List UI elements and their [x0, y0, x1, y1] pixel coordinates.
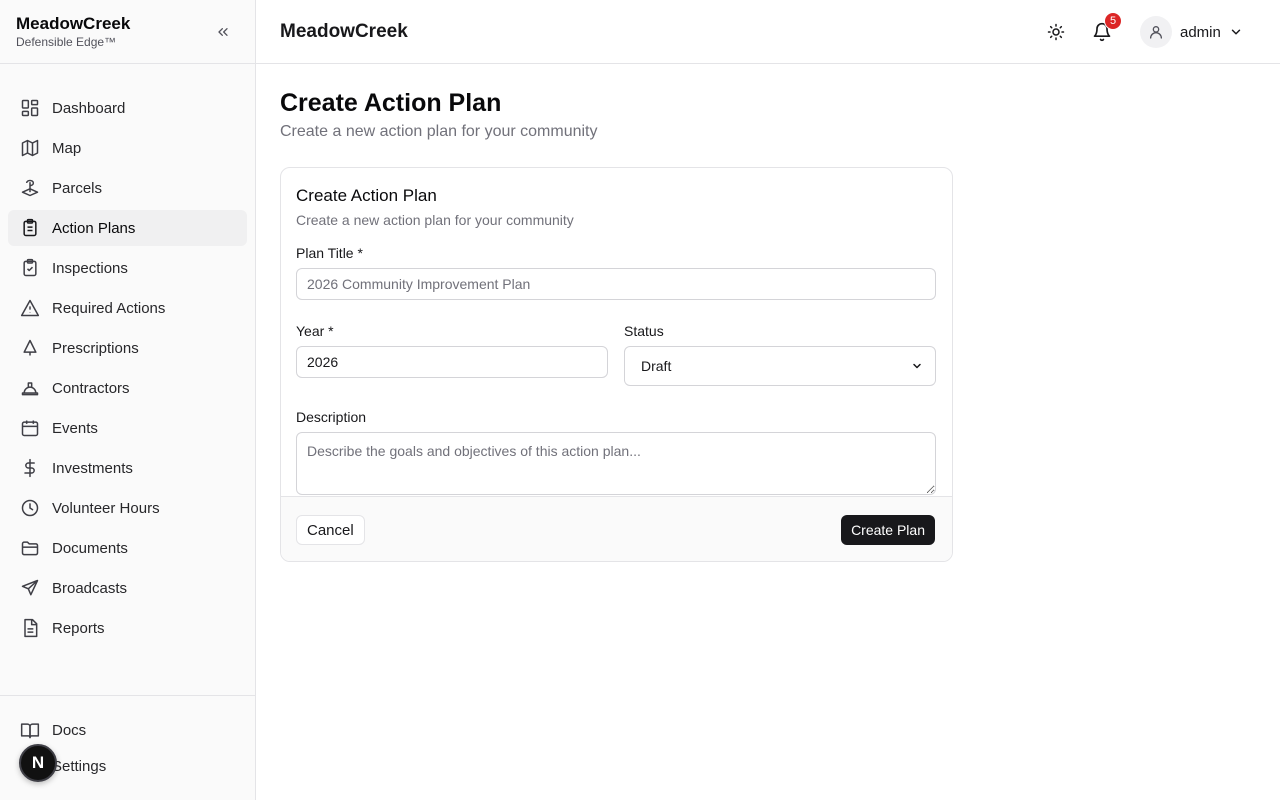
- sidebar-item-label: Events: [52, 419, 98, 437]
- brand-tagline: Defensible Edge™: [16, 35, 117, 49]
- user-name: admin: [1180, 23, 1221, 41]
- description-textarea[interactable]: [296, 432, 936, 495]
- card-description: Create a new action plan for your commun…: [296, 212, 574, 228]
- sidebar-item-parcels[interactable]: Parcels: [8, 170, 247, 206]
- sidebar-item-broadcasts[interactable]: Broadcasts: [8, 570, 247, 606]
- parcels-icon: [20, 178, 40, 198]
- year-label: Year *: [296, 323, 334, 339]
- tree-icon: [20, 338, 40, 358]
- sun-icon: [1047, 23, 1065, 41]
- chevrons-left-icon: [218, 27, 228, 36]
- clipboard-check-icon: [20, 258, 40, 278]
- send-icon: [20, 578, 40, 598]
- sidebar-item-label: Action Plans: [52, 219, 136, 237]
- cancel-button[interactable]: Cancel: [296, 515, 365, 545]
- sidebar: MeadowCreek Defensible Edge™ Dashboard M…: [0, 0, 256, 800]
- calendar-icon: [20, 418, 40, 438]
- sidebar-item-volunteer-hours[interactable]: Volunteer Hours: [8, 490, 247, 526]
- sidebar-item-label: Docs: [52, 721, 87, 739]
- topbar: MeadowCreek 5 admin: [256, 0, 1280, 64]
- card-footer: Cancel Create Plan: [281, 496, 952, 561]
- status-selected-value: Draft: [641, 358, 672, 374]
- sidebar-item-dashboard[interactable]: Dashboard: [8, 90, 247, 126]
- file-text-icon: [20, 618, 40, 638]
- sidebar-item-label: Map: [52, 139, 82, 157]
- sidebar-nav: Dashboard Map Parcels Action Plans Inspe…: [0, 64, 255, 646]
- description-label: Description: [296, 409, 367, 425]
- clock-icon: [20, 498, 40, 518]
- sidebar-item-label: Broadcasts: [52, 579, 128, 597]
- brand: MeadowCreek Defensible Edge™: [0, 0, 255, 64]
- sidebar-item-inspections[interactable]: Inspections: [8, 250, 247, 286]
- sidebar-item-documents[interactable]: Documents: [8, 530, 247, 566]
- create-plan-card: Create Action Plan Create a new action p…: [280, 167, 953, 562]
- clipboard-icon: [20, 218, 40, 238]
- brand-name: MeadowCreek: [16, 14, 131, 33]
- plan-title-input[interactable]: [296, 268, 936, 300]
- sidebar-item-label: Required Actions: [52, 299, 166, 317]
- hard-hat-icon: [20, 378, 40, 398]
- chevron-down-icon: [1231, 29, 1241, 35]
- sidebar-item-label: Dashboard: [52, 99, 126, 117]
- chevron-down-icon: [913, 363, 921, 369]
- sidebar-item-label: Volunteer Hours: [52, 499, 160, 517]
- sidebar-item-label: Prescriptions: [52, 339, 139, 357]
- sidebar-item-reports[interactable]: Reports: [8, 610, 247, 646]
- sidebar-item-prescriptions[interactable]: Prescriptions: [8, 330, 247, 366]
- dashboard-icon: [20, 98, 40, 118]
- sidebar-item-events[interactable]: Events: [8, 410, 247, 446]
- notifications-count-badge: 5: [1104, 12, 1122, 30]
- sidebar-item-label: Parcels: [52, 179, 103, 197]
- floating-avatar-button[interactable]: N: [19, 744, 57, 782]
- status-select[interactable]: Draft: [624, 346, 936, 386]
- theme-toggle-button[interactable]: [1046, 22, 1066, 42]
- sidebar-item-action-plans[interactable]: Action Plans: [8, 210, 247, 246]
- user-menu-button[interactable]: admin: [1140, 16, 1243, 48]
- page-title: Create Action Plan: [280, 89, 502, 117]
- page-subtitle: Create a new action plan for your commun…: [280, 123, 598, 140]
- sidebar-item-label: Investments: [52, 459, 133, 477]
- plan-title-label: Plan Title *: [296, 245, 363, 261]
- year-input[interactable]: [296, 346, 608, 378]
- card-title: Create Action Plan: [296, 186, 437, 205]
- sidebar-item-contractors[interactable]: Contractors: [8, 370, 247, 406]
- topbar-title: MeadowCreek: [280, 21, 408, 42]
- dollar-icon: [20, 458, 40, 478]
- sidebar-item-required-actions[interactable]: Required Actions: [8, 290, 247, 326]
- sidebar-item-map[interactable]: Map: [8, 130, 247, 166]
- sidebar-item-label: Inspections: [52, 259, 128, 277]
- sidebar-item-label: Contractors: [52, 379, 130, 397]
- create-plan-button[interactable]: Create Plan: [841, 515, 935, 545]
- folder-icon: [20, 538, 40, 558]
- avatar: [1140, 16, 1172, 48]
- sidebar-item-investments[interactable]: Investments: [8, 450, 247, 486]
- book-icon: [20, 720, 40, 740]
- sidebar-item-label: Documents: [52, 539, 128, 557]
- warning-icon: [20, 298, 40, 318]
- sidebar-item-label: Reports: [52, 619, 105, 637]
- sidebar-item-label: Settings: [52, 757, 107, 775]
- collapse-sidebar-button[interactable]: [213, 22, 233, 42]
- user-icon: [1150, 26, 1162, 39]
- map-icon: [20, 138, 40, 158]
- status-label: Status: [624, 323, 664, 339]
- sidebar-item-docs[interactable]: Docs: [8, 712, 247, 748]
